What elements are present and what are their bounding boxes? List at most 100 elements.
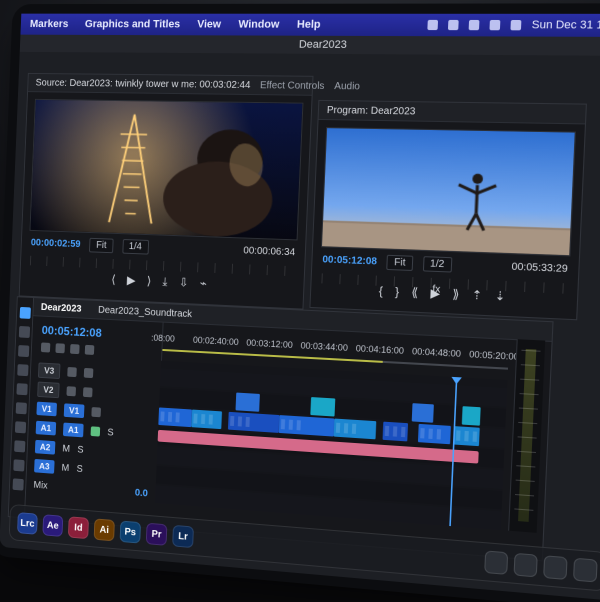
go-to-in-icon[interactable]: ⟪ xyxy=(411,285,418,300)
snap-icon[interactable] xyxy=(41,342,50,352)
dock-app-ps[interactable]: Ps xyxy=(120,521,141,544)
program-title[interactable]: Program: Dear2023 xyxy=(327,105,416,117)
dock-app-generic[interactable] xyxy=(514,553,538,578)
lock-icon[interactable] xyxy=(66,386,76,396)
timeline-current-timecode[interactable]: 00:05:12:08 xyxy=(41,323,152,342)
razor-tool-icon[interactable] xyxy=(17,364,28,376)
dock-app-id[interactable]: Id xyxy=(68,516,89,539)
play-icon[interactable]: ▶ xyxy=(127,273,136,287)
lock-icon[interactable] xyxy=(67,367,77,377)
status-tray: Sun Dec 31 12:34 AM xyxy=(427,19,600,32)
program-current-timecode[interactable]: 00:05:12:08 xyxy=(322,254,377,267)
tray-icon[interactable] xyxy=(469,20,480,30)
mark-in-icon[interactable]: { xyxy=(379,284,384,298)
source-patch-v1[interactable]: V1 xyxy=(36,402,57,417)
mark-out-icon[interactable]: } xyxy=(395,284,400,298)
dock-app-generic[interactable] xyxy=(484,550,508,574)
track-id[interactable]: V2 xyxy=(37,382,59,399)
program-frame xyxy=(322,128,576,255)
marker-icon[interactable] xyxy=(70,344,80,354)
source-fit-select[interactable]: Fit xyxy=(89,237,113,252)
dock-app-ae[interactable]: Ae xyxy=(42,514,63,537)
ruler-label: :08:00 xyxy=(151,333,175,344)
step-forward-icon[interactable]: ⟩ xyxy=(146,274,151,288)
tray-icon[interactable] xyxy=(427,20,438,30)
timeline-tab-soundtrack[interactable]: Dear2023_Soundtrack xyxy=(98,304,192,319)
mute-label[interactable]: M xyxy=(62,443,70,454)
eye-icon[interactable] xyxy=(84,368,94,378)
menu-item-help[interactable]: Help xyxy=(297,19,321,31)
dock-app-lr[interactable]: Lr xyxy=(172,525,194,548)
settings-icon[interactable] xyxy=(85,345,95,355)
go-to-out-icon[interactable]: ⟫ xyxy=(452,287,460,302)
source-title[interactable]: Source: Dear2023: twinkly tower w me: 00… xyxy=(35,77,250,90)
tab-audio[interactable]: Audio xyxy=(334,81,360,92)
zoom-tool-icon[interactable] xyxy=(13,459,24,471)
extract-icon[interactable]: ⇣ xyxy=(494,289,505,304)
overwrite-icon[interactable]: ⇩ xyxy=(179,275,189,289)
clip-thumb-stripe xyxy=(456,430,461,440)
program-viewer[interactable] xyxy=(321,127,576,256)
source-quality-select[interactable]: 1/4 xyxy=(122,239,149,255)
selection-tool-icon[interactable] xyxy=(20,307,31,319)
link-icon[interactable] xyxy=(55,343,65,353)
menu-item-markers[interactable]: Markers xyxy=(30,18,69,30)
source-patch-a1[interactable]: A1 xyxy=(36,421,57,436)
eye-icon[interactable] xyxy=(83,387,93,397)
video-clip-v2 xyxy=(412,403,434,423)
program-fit-select[interactable]: Fit xyxy=(387,254,413,270)
ruler-label: 00:04:16:00 xyxy=(356,343,404,356)
menu-item-graphics-and-titles[interactable]: Graphics and Titles xyxy=(85,18,181,30)
tray-icon[interactable] xyxy=(489,20,500,30)
mute-icon[interactable] xyxy=(91,426,101,436)
tab-effect-controls[interactable]: Effect Controls xyxy=(260,80,325,92)
ruler-label: 00:02:40:00 xyxy=(193,335,239,347)
hand-tool-icon[interactable] xyxy=(14,440,25,452)
dock-app-generic[interactable] xyxy=(573,558,598,583)
solo-label[interactable]: S xyxy=(76,463,83,474)
step-back-icon[interactable]: ⟨ xyxy=(111,273,116,287)
mix-label: Mix xyxy=(33,479,48,491)
track-select-tool-icon[interactable] xyxy=(19,326,30,338)
track-area[interactable] xyxy=(155,361,507,530)
ripple-edit-tool-icon[interactable] xyxy=(18,345,29,357)
clip-thumb-stripe xyxy=(201,414,205,424)
source-viewer[interactable] xyxy=(30,99,304,241)
pen-tool-icon[interactable] xyxy=(16,402,27,414)
menubar-clock[interactable]: Sun Dec 31 12:34 AM xyxy=(531,19,600,32)
clip-thumb-stripe xyxy=(175,412,179,422)
slip-tool-icon[interactable] xyxy=(16,383,27,395)
type-tool-icon[interactable] xyxy=(13,478,24,490)
track-id[interactable]: A3 xyxy=(34,459,55,474)
dock-app-lrc[interactable]: Lrc xyxy=(17,512,38,535)
rectangle-tool-icon[interactable] xyxy=(15,421,26,433)
lift-icon[interactable]: ⇡ xyxy=(471,288,482,303)
play-icon[interactable]: ▶ xyxy=(430,286,440,301)
source-current-timecode[interactable]: 00:00:02:59 xyxy=(31,237,81,249)
menu-item-view[interactable]: View xyxy=(197,19,221,31)
track-id[interactable]: A2 xyxy=(35,440,56,455)
mix-value[interactable]: 0.0 xyxy=(135,487,148,499)
timeline-tab-main[interactable]: Dear2023 xyxy=(41,302,82,315)
track-id[interactable]: V3 xyxy=(38,362,60,379)
mute-label[interactable]: M xyxy=(61,462,69,473)
dock-app-generic[interactable] xyxy=(543,555,567,580)
program-monitor-header: Program: Dear2023 xyxy=(319,101,586,125)
menu-item-window[interactable]: Window xyxy=(238,19,279,31)
tray-icon[interactable] xyxy=(448,20,459,30)
track-id[interactable]: A1 xyxy=(63,423,84,438)
solo-label[interactable]: S xyxy=(107,427,114,438)
camera-icon[interactable]: ⌁ xyxy=(200,276,208,290)
solo-label[interactable]: S xyxy=(77,444,84,455)
dock-label: Id xyxy=(74,522,83,533)
insert-icon[interactable]: ⤓ xyxy=(162,274,168,289)
program-quality-select[interactable]: 1/2 xyxy=(422,256,451,272)
video-clip xyxy=(279,415,335,437)
tray-icon[interactable] xyxy=(510,20,521,30)
clip-thumb-stripe xyxy=(344,423,348,433)
dock-app-pr[interactable]: Pr xyxy=(146,523,168,546)
eye-icon[interactable] xyxy=(91,407,101,417)
dock-app-ai[interactable]: Ai xyxy=(94,518,115,541)
clip-thumb-stripe xyxy=(352,424,356,434)
track-id[interactable]: V1 xyxy=(64,403,85,418)
